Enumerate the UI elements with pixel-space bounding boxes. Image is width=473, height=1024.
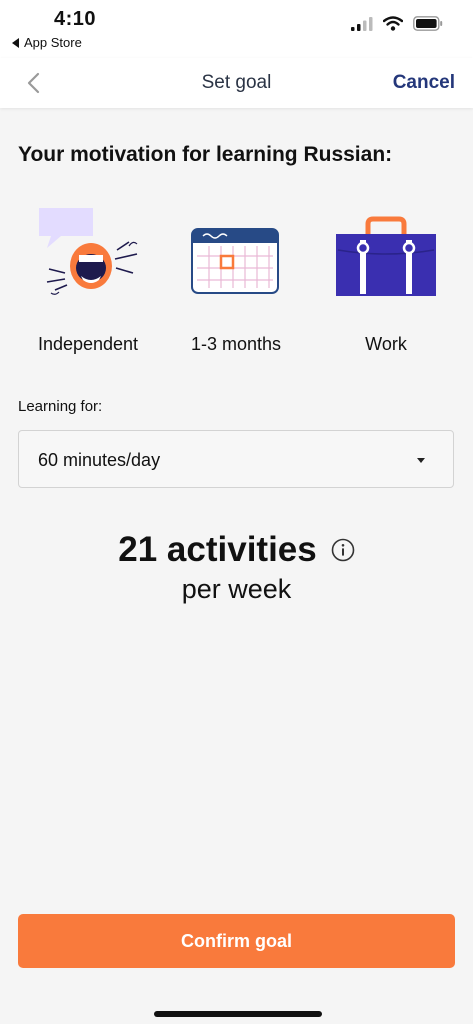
back-app-label: App Store [24, 35, 82, 50]
activities-summary: 21 activities per week [0, 530, 473, 605]
back-to-app-link[interactable]: App Store [12, 35, 82, 50]
signal-icon [351, 16, 373, 31]
caret-down-icon [417, 458, 425, 463]
motivation-item-independent[interactable]: Independent [13, 198, 163, 368]
briefcase-icon [336, 216, 436, 296]
motivation-item-work[interactable]: Work [311, 198, 461, 368]
status-time: 4:10 [54, 8, 97, 30]
motivation-label: Work [365, 334, 407, 354]
confirm-goal-button[interactable]: Confirm goal [18, 914, 455, 968]
activities-count: 21 activities [118, 530, 317, 569]
status-bar: 4:10 App Store [0, 0, 473, 58]
back-triangle-icon [12, 37, 19, 48]
speaking-mouth-icon [39, 208, 138, 295]
battery-icon [413, 16, 443, 31]
daily-time-value: 60 minutes/day [38, 450, 161, 470]
status-icons [351, 16, 443, 31]
learning-for-label: Learning for: [18, 398, 103, 415]
home-indicator [154, 1011, 322, 1017]
wifi-icon [383, 16, 403, 31]
nav-bar: Set goal Cancel [0, 58, 473, 108]
daily-time-select[interactable]: 60 minutes/day [18, 430, 454, 488]
motivation-label: 1-3 months [190, 334, 282, 354]
activities-period: per week [181, 574, 292, 604]
motivation-label: Independent [37, 334, 139, 354]
motivation-row: Independent 1-3 months Work [0, 198, 473, 368]
calendar-icon [191, 228, 279, 294]
motivation-heading: Your motivation for learning Russian: [18, 143, 393, 166]
motivation-item-duration[interactable]: 1-3 months [161, 198, 311, 368]
cancel-button[interactable]: Cancel [393, 72, 455, 94]
info-icon[interactable] [331, 538, 355, 562]
